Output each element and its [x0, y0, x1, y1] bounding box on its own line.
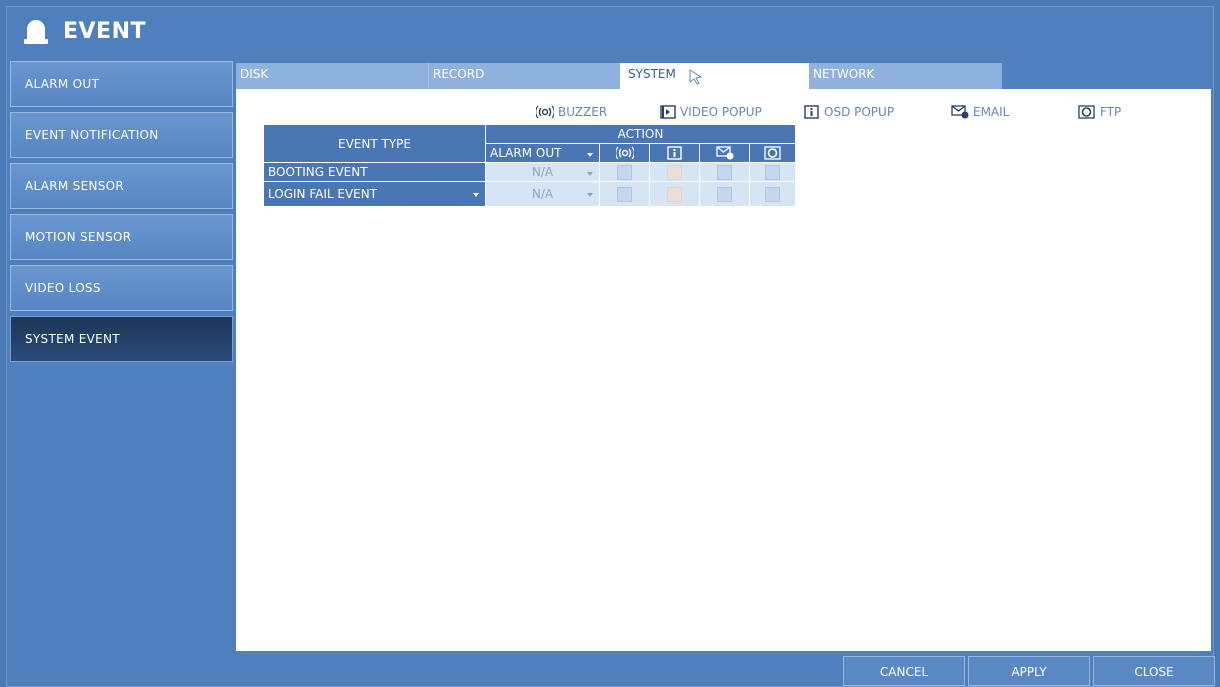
ftp-icon — [763, 146, 781, 160]
sidebar-item-event-notification[interactable]: EVENT NOTIFICATION — [10, 112, 233, 158]
buzzer-checkbox-cell — [599, 181, 650, 207]
sidebar: ALARM OUT EVENT NOTIFICATION ALARM SENSO… — [10, 61, 233, 367]
event-type-label: LOGIN FAIL EVENT — [268, 187, 378, 201]
event-window: EVENT ALARM OUT EVENT NOTIFICATION ALARM… — [6, 6, 1214, 687]
sidebar-item-label: SYSTEM EVENT — [25, 332, 120, 346]
chevron-down-icon — [473, 193, 479, 197]
osd-checkbox — [667, 164, 682, 180]
chevron-down-icon — [587, 172, 593, 176]
tab-disk[interactable]: DISK — [236, 63, 428, 89]
window-title: EVENT — [63, 19, 147, 44]
email-checkbox[interactable] — [717, 186, 732, 202]
email-checkbox-cell — [699, 162, 750, 182]
alarm-out-dropdown[interactable]: N/A — [485, 181, 600, 207]
buzzer-icon — [536, 105, 554, 119]
close-button-label: CLOSE — [1134, 665, 1174, 679]
tab-system[interactable]: SYSTEM — [620, 63, 809, 89]
osd-checkbox-cell — [649, 162, 700, 182]
apply-button-label: APPLY — [1011, 665, 1047, 679]
buzzer-column-header — [599, 143, 650, 163]
buzzer-checkbox[interactable] — [617, 186, 632, 202]
sidebar-item-motion-sensor[interactable]: MOTION SENSOR — [10, 214, 233, 260]
tab-record[interactable]: RECORD — [428, 63, 620, 89]
table-row: LOGIN FAIL EVENT N/A — [263, 181, 796, 207]
event-type-dropdown[interactable]: LOGIN FAIL EVENT — [263, 181, 486, 207]
email-checkbox[interactable] — [717, 164, 732, 180]
ftp-checkbox-cell — [749, 162, 796, 182]
email-checkbox-cell — [699, 181, 750, 207]
legend-label: EMAIL — [973, 105, 1010, 119]
osd-checkbox-cell — [649, 181, 700, 207]
email-icon — [715, 146, 733, 160]
cancel-button[interactable]: CANCEL — [843, 656, 965, 686]
chevron-down-icon — [587, 193, 593, 197]
event-type-cell: BOOTING EVENT — [263, 162, 486, 182]
apply-button[interactable]: APPLY — [968, 656, 1090, 686]
alarm-out-header[interactable]: ALARM OUT — [485, 143, 600, 163]
legend-label: VIDEO POPUP — [680, 105, 762, 119]
event-type-header: EVENT TYPE — [263, 124, 486, 163]
osd-popup-icon — [804, 105, 819, 119]
sidebar-item-label: ALARM SENSOR — [25, 179, 125, 193]
legend-osd-popup: OSD POPUP — [804, 105, 894, 119]
ftp-checkbox[interactable] — [765, 186, 780, 202]
alarm-out-header-label: ALARM OUT — [490, 146, 562, 160]
legend-email: EMAIL — [951, 105, 1009, 119]
mouse-cursor-icon — [689, 69, 703, 85]
close-button[interactable]: CLOSE — [1093, 656, 1215, 686]
sidebar-item-label: EVENT NOTIFICATION — [25, 128, 159, 142]
tab-bar: DISK RECORD SYSTEM NETWORK — [236, 63, 1002, 89]
tab-label: DISK — [240, 67, 269, 81]
osd-checkbox — [667, 186, 682, 202]
tab-label: SYSTEM — [628, 67, 676, 81]
sidebar-item-label: VIDEO LOSS — [25, 281, 101, 295]
sidebar-item-video-loss[interactable]: VIDEO LOSS — [10, 265, 233, 311]
ftp-column-header — [749, 143, 796, 163]
email-column-header — [699, 143, 750, 163]
chevron-down-icon — [587, 153, 593, 157]
table-row: BOOTING EVENT N/A — [263, 162, 796, 182]
tab-label: RECORD — [433, 67, 485, 81]
sidebar-item-alarm-out[interactable]: ALARM OUT — [10, 61, 233, 107]
legend-label: FTP — [1100, 105, 1122, 119]
video-popup-icon — [660, 105, 676, 119]
buzzer-checkbox-cell — [599, 162, 650, 182]
legend-buzzer: BUZZER — [536, 105, 607, 119]
action-header: ACTION — [485, 124, 796, 144]
sidebar-item-alarm-sensor[interactable]: ALARM SENSOR — [10, 163, 233, 209]
sidebar-item-label: MOTION SENSOR — [25, 230, 132, 244]
email-icon — [951, 105, 969, 119]
legend-video-popup: VIDEO POPUP — [660, 105, 762, 119]
ftp-checkbox[interactable] — [765, 164, 780, 180]
ftp-icon — [1078, 105, 1095, 119]
content-panel: BUZZER VIDEO POPUP OSD POPUP EMAIL FTP E… — [236, 89, 1211, 651]
alarm-out-dropdown[interactable]: N/A — [485, 162, 600, 182]
title-bar: EVENT — [7, 7, 1213, 55]
legend-label: BUZZER — [558, 105, 608, 119]
tab-network[interactable]: NETWORK — [809, 63, 1002, 89]
buzzer-icon — [614, 146, 635, 160]
osd-column-header — [649, 143, 700, 163]
sidebar-item-system-event[interactable]: SYSTEM EVENT — [10, 316, 233, 362]
alarm-bell-icon — [24, 20, 48, 44]
legend-ftp: FTP — [1078, 105, 1121, 119]
tab-label: NETWORK — [813, 67, 875, 81]
buzzer-checkbox[interactable] — [617, 164, 632, 180]
ftp-checkbox-cell — [749, 181, 796, 207]
osd-popup-icon — [666, 146, 682, 160]
event-type-label: BOOTING EVENT — [268, 165, 368, 179]
legend-label: OSD POPUP — [824, 105, 895, 119]
event-action-table: EVENT TYPE ACTION ALARM OUT BOOTING EVEN… — [263, 124, 796, 207]
cancel-button-label: CANCEL — [879, 665, 929, 679]
alarm-out-value: N/A — [531, 165, 554, 179]
sidebar-item-label: ALARM OUT — [25, 77, 100, 91]
alarm-out-value: N/A — [531, 187, 554, 201]
